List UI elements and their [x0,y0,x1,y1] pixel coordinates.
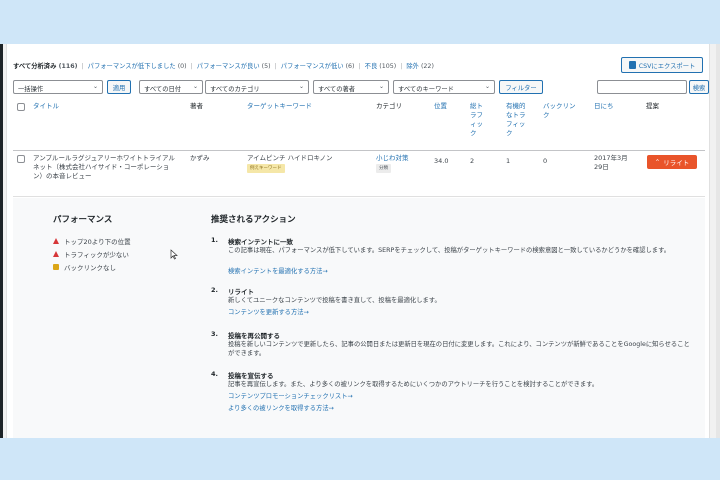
date-filter-select[interactable]: すべての日付 ⌄ [139,80,203,94]
column-title[interactable]: タイトル [33,102,59,111]
action-item: 2. リライト 新しくてユニークなコンテンツで投稿を書き直して、投稿を最適化しま… [211,286,441,316]
filter-bad[interactable]: 不良 (105) [365,63,397,70]
chevron-down-icon: ⌄ [192,83,198,90]
keyword-cell: アイムピンチ ハイドロキノン 例えキーワード [247,154,333,173]
post-title-link[interactable]: アンプルールラグジュアリーホワイトトライアルネット（株式会社ハイサイド・コーポレ… [33,154,175,181]
table-row: アンプルールラグジュアリーホワイトトライアルネット（株式会社ハイサイド・コーポレ… [13,151,705,197]
export-csv-button[interactable]: CSVにエクスポート [621,57,703,73]
info-icon [53,264,59,270]
position-value: 34.0 [434,157,449,165]
action-item: 1. 検索インテントに一致 この記事は現在、パフォーマンスが低下しています。SE… [211,236,671,275]
column-total-traffic[interactable]: 総ト ラフ ィッ ク [470,102,483,138]
action-link[interactable]: より多くの被リンクを取得する方法→ [228,403,334,412]
search-input[interactable] [597,80,687,94]
select-all-checkbox[interactable] [17,103,25,111]
actions-heading: 推奨されるアクション [211,215,296,225]
date-value: 2017年3月 29日 [594,154,628,171]
chevron-down-icon: ⌄ [92,83,98,90]
warning-icon [53,251,59,257]
chevron-down-icon: ⌄ [378,83,384,90]
action-link[interactable]: コンテンツプロモーションチェックリスト→ [228,391,353,400]
scrollbar[interactable] [716,44,720,438]
content-panel: すべて分析済み (116) | パフォーマンスが低下しました (0) | パフォ… [6,44,710,438]
row-detail-panel: パフォーマンス トップ20より下の位置 トラフィックが少ない バックリンクなし … [13,198,705,438]
bulk-action-select[interactable]: 一括操作 ⌄ [13,80,103,94]
performance-heading: パフォーマンス [53,215,113,225]
keyword-filter-select[interactable]: すべてのキーワード ⌄ [393,80,495,94]
mouse-cursor-icon [170,249,178,260]
action-item: 3. 投稿を再公開する 投稿を新しいコンテンツで更新したら、記事の公開日または更… [211,330,690,357]
category-filter-select[interactable]: すべてのカテゴリ ⌄ [205,80,309,94]
action-link[interactable]: 検索インテントを最適化する方法→ [228,266,328,275]
chevron-down-icon: ⌄ [298,83,304,90]
category-cell: 小じわ対策 分類 [376,154,409,173]
issue-item: トラフィックが少ない [53,249,129,259]
warning-icon [53,238,59,244]
column-suggestion: 提案 [646,102,659,110]
column-backlinks[interactable]: バックリン ク [543,102,576,120]
column-organic-traffic[interactable]: 有機的 なトラ フィッ ク [506,102,526,138]
status-filter-links: すべて分析済み (116) | パフォーマンスが低下しました (0) | パフォ… [13,63,434,70]
rewrite-button[interactable]: ⌃ リライト [647,155,697,169]
row-checkbox[interactable] [17,155,25,163]
chevron-down-icon: ⌄ [484,83,490,90]
filter-button[interactable]: フィルター [499,80,543,94]
organic-traffic-value: 1 [506,157,511,165]
author-link[interactable]: かずみ [190,154,210,163]
search-button[interactable]: 検索 [689,80,709,94]
column-category: カテゴリ [376,102,402,110]
filter-declined[interactable]: パフォーマンスが低下しました (0) [88,63,187,70]
column-author: 著者 [190,102,203,110]
filter-good[interactable]: パフォーマンスが良い (5) [197,63,271,70]
backlinks-value: 0 [543,157,548,165]
filter-all-analyzed[interactable]: すべて分析済み (116) [13,63,78,70]
keyword-tag: 例えキーワード [247,164,285,173]
column-position[interactable]: 位置 [434,102,447,111]
file-icon [628,61,636,69]
category-tag: 分類 [376,164,391,173]
issue-item: バックリンクなし [53,262,116,272]
action-item: 4. 投稿を宣伝する 記事を再宣伝します。また、より多くの被リンクを取得するため… [211,370,599,412]
author-filter-select[interactable]: すべての著者 ⌄ [313,80,389,94]
table-header: タイトル 著者 ターゲットキーワード カテゴリ 位置 総ト ラフ ィッ ク 有機… [13,99,705,151]
column-date[interactable]: 日にち [594,102,614,111]
chevron-up-icon: ⌃ [654,158,661,166]
window-edge [0,44,3,438]
issue-item: トップ20より下の位置 [53,236,131,246]
action-link[interactable]: コンテンツを更新する方法→ [228,307,309,316]
total-traffic-value: 2 [470,157,475,165]
column-keyword[interactable]: ターゲットキーワード [247,102,312,111]
category-link[interactable]: 小じわ対策 [376,154,409,163]
filter-excluded[interactable]: 除外 (22) [406,63,434,70]
filter-low[interactable]: パフォーマンスが低い (6) [281,63,355,70]
apply-button[interactable]: 適用 [107,80,131,94]
